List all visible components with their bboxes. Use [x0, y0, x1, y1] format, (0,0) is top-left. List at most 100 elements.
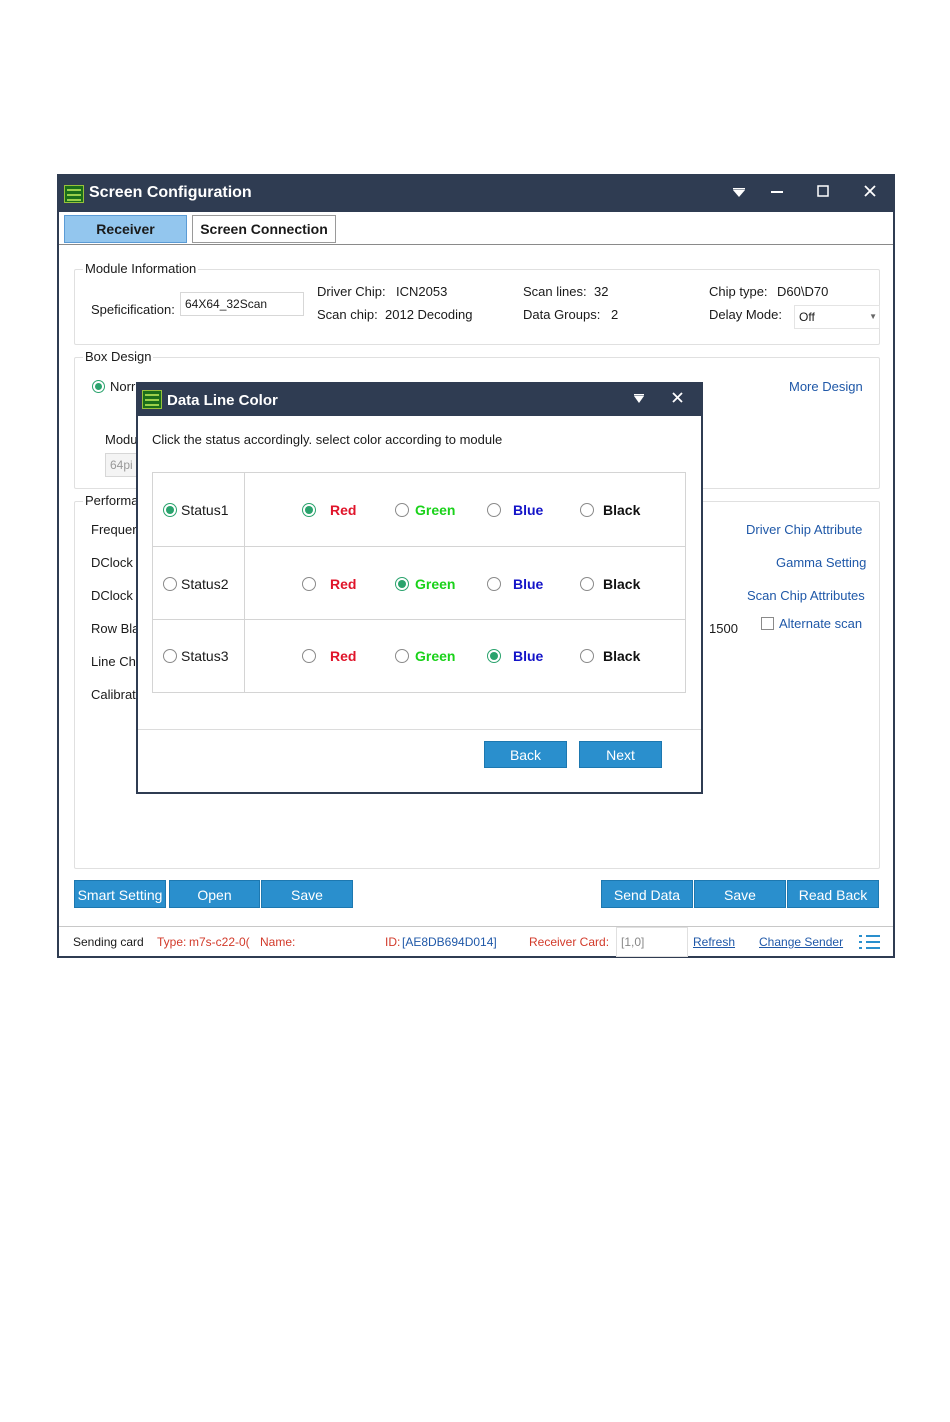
status-color-grid: Status1 Red Green Blue Black Status2 Red… — [152, 472, 686, 693]
status-bar: Sending card Type: m7s-c22-0( Name: ID: … — [59, 926, 893, 957]
save-button-right[interactable]: Save — [694, 880, 786, 908]
status2-green-radio[interactable] — [395, 577, 409, 591]
maximize-icon[interactable] — [811, 182, 835, 206]
status2-label: Status2 — [181, 576, 229, 592]
status3-green-label: Green — [415, 648, 456, 664]
close-icon[interactable] — [858, 182, 882, 206]
status2-blue-label: Blue — [513, 576, 544, 592]
delay-mode-select[interactable]: Off ▼ — [794, 305, 880, 329]
perf-label-dclock-2: DClock — [91, 588, 133, 603]
driver-chip-value: ICN2053 — [396, 284, 448, 299]
dialog-title: Data Line Color — [167, 392, 278, 409]
status2-radio[interactable] — [163, 577, 177, 591]
status1-black-label: Black — [603, 502, 641, 518]
id-value: [AE8DB694D014] — [402, 935, 497, 949]
scan-lines-label: Scan lines: — [523, 284, 587, 299]
receiver-card-field[interactable]: [1,0] — [616, 927, 688, 957]
open-button[interactable]: Open — [169, 880, 260, 908]
status3-blue-radio[interactable] — [487, 649, 501, 663]
status3-blue-label: Blue — [513, 648, 544, 664]
name-label: Name: — [260, 935, 296, 949]
tab-screen-connection[interactable]: Screen Connection — [192, 215, 336, 243]
list-menu-icon[interactable] — [859, 933, 881, 951]
status2-red-label: Red — [330, 576, 357, 592]
group-title-module-information: Module Information — [83, 261, 199, 276]
tab-receiver[interactable]: Receiver — [64, 215, 187, 243]
status3-green-radio[interactable] — [395, 649, 409, 663]
status2-blue-radio[interactable] — [487, 577, 501, 591]
perf-label-frequency: Frequer — [91, 522, 137, 537]
status1-label: Status1 — [181, 502, 229, 518]
dialog-title-bar: Data Line Color — [138, 384, 701, 416]
status-row-3: Status3 Red Green Blue Black — [153, 619, 685, 693]
title-bar: Screen Configuration — [59, 176, 893, 212]
specification-label: Speficification: — [91, 302, 175, 317]
change-sender-link[interactable]: Change Sender — [759, 935, 843, 949]
data-groups-value: 2 — [611, 307, 619, 322]
alternate-scan-checkbox[interactable] — [761, 617, 774, 630]
status-cell-1: Status1 — [153, 473, 245, 546]
scan-chip-attributes-link[interactable]: Scan Chip Attributes — [747, 588, 865, 603]
scan-chip-label: Scan chip: — [317, 307, 378, 322]
status1-red-radio[interactable] — [302, 503, 316, 517]
status3-radio[interactable] — [163, 649, 177, 663]
status1-blue-radio[interactable] — [487, 503, 501, 517]
smart-setting-button[interactable]: Smart Setting — [74, 880, 166, 908]
dialog-app-icon — [142, 390, 162, 409]
more-design-link[interactable]: More Design — [789, 379, 863, 394]
read-back-button[interactable]: Read Back — [787, 880, 879, 908]
delay-mode-label: Delay Mode: — [709, 307, 782, 322]
chip-type-value: D60\D70 — [777, 284, 829, 299]
normal-design-radio[interactable] — [92, 380, 105, 393]
app-icon — [64, 185, 84, 203]
sending-card-label: Sending card — [73, 935, 144, 949]
dialog-dropdown-icon[interactable] — [627, 388, 651, 412]
status-cell-3: Status3 — [153, 620, 245, 693]
alternate-scan-label[interactable]: Alternate scan — [779, 616, 862, 631]
minimize-icon[interactable] — [765, 182, 789, 206]
data-groups-label: Data Groups: — [523, 307, 601, 322]
status3-black-label: Black — [603, 648, 641, 664]
status2-red-radio[interactable] — [302, 577, 316, 591]
group-title-box-design: Box Design — [83, 349, 154, 364]
status-row-1: Status1 Red Green Blue Black — [153, 473, 685, 546]
status1-black-radio[interactable] — [580, 503, 594, 517]
back-button[interactable]: Back — [484, 741, 567, 768]
module-information-group: Module Information Speficification: 64X6… — [74, 261, 880, 345]
gamma-setting-link[interactable]: Gamma Setting — [776, 555, 866, 570]
perf-label-row-blank: Row Bla — [91, 621, 140, 636]
status2-black-radio[interactable] — [580, 577, 594, 591]
scan-lines-value: 32 — [594, 284, 609, 299]
dialog-instruction: Click the status accordingly. select col… — [152, 432, 503, 447]
status2-black-label: Black — [603, 576, 641, 592]
window-title: Screen Configuration — [89, 184, 252, 201]
perf-label-dclock-1: DClock — [91, 555, 133, 570]
id-label: ID: — [385, 935, 401, 949]
status-cell-2: Status2 — [153, 547, 245, 620]
receiver-card-label: Receiver Card: — [529, 935, 610, 949]
status1-green-radio[interactable] — [395, 503, 409, 517]
status2-green-label: Green — [415, 576, 456, 592]
status3-red-radio[interactable] — [302, 649, 316, 663]
driver-chip-attribute-link[interactable]: Driver Chip Attribute — [746, 522, 862, 537]
send-data-button[interactable]: Send Data — [601, 880, 693, 908]
refresh-link[interactable]: Refresh — [693, 935, 735, 949]
next-button[interactable]: Next — [579, 741, 662, 768]
status3-black-radio[interactable] — [580, 649, 594, 663]
chip-type-label: Chip type: — [709, 284, 768, 299]
scan-chip-value: 2012 Decoding — [385, 307, 473, 322]
normal-design-label: Norr — [110, 379, 136, 394]
chevron-down-icon: ▼ — [869, 312, 877, 321]
status1-radio[interactable] — [163, 503, 177, 517]
dropdown-icon[interactable] — [727, 182, 751, 206]
type-label: Type: — [157, 935, 187, 949]
tab-divider — [59, 244, 893, 245]
status1-green-label: Green — [415, 502, 456, 518]
specification-field[interactable]: 64X64_32Scan — [180, 292, 304, 316]
perf-label-calibration: Calibrat — [91, 687, 136, 702]
save-button-left[interactable]: Save — [261, 880, 353, 908]
group-title-performance: Performa — [83, 493, 141, 508]
dialog-close-icon[interactable] — [665, 388, 689, 412]
status1-blue-label: Blue — [513, 502, 544, 518]
status3-label: Status3 — [181, 648, 229, 664]
